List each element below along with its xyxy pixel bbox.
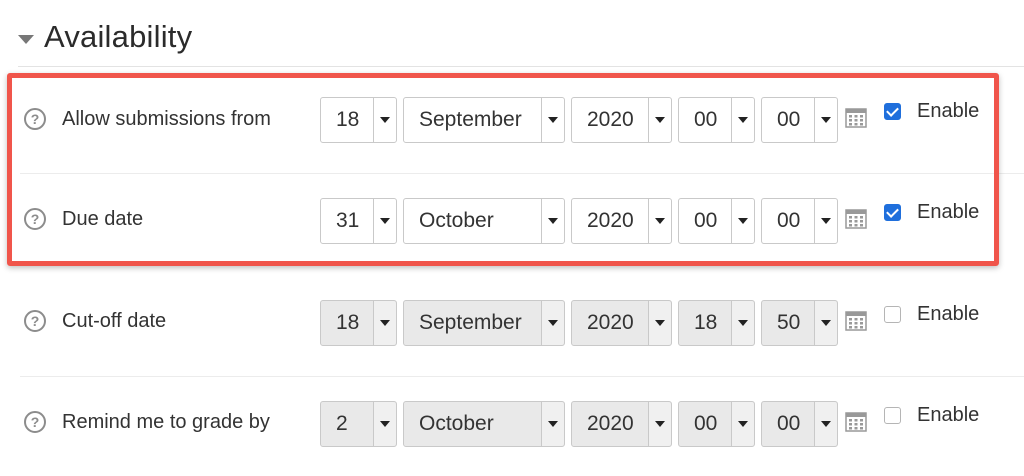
enable-label[interactable]: Enable bbox=[917, 100, 979, 123]
chevron-down-icon bbox=[541, 98, 564, 142]
chevron-down-icon bbox=[731, 199, 754, 243]
enable-checkbox[interactable] bbox=[884, 103, 901, 120]
month-select[interactable]: September bbox=[403, 97, 565, 143]
year-select[interactable]: 2020 bbox=[571, 401, 672, 447]
caret-down-icon[interactable] bbox=[18, 34, 34, 44]
chevron-down-icon bbox=[373, 402, 396, 446]
chevron-down-icon bbox=[814, 402, 837, 446]
row-label: Remind me to grade by bbox=[62, 411, 270, 433]
enable-label[interactable]: Enable bbox=[917, 303, 979, 326]
minute-select[interactable]: 00 bbox=[761, 401, 838, 447]
chevron-down-icon bbox=[731, 98, 754, 142]
calendar-icon[interactable] bbox=[845, 309, 867, 331]
date-row-remind-me-to-grade-by: ? Remind me to grade by 2 October 2020 0… bbox=[20, 376, 1024, 476]
help-icon[interactable]: ? bbox=[24, 108, 46, 130]
minute-select[interactable]: 50 bbox=[761, 300, 838, 346]
chevron-down-icon bbox=[373, 199, 396, 243]
month-select[interactable]: October bbox=[403, 198, 565, 244]
help-icon[interactable]: ? bbox=[24, 310, 46, 332]
help-icon[interactable]: ? bbox=[24, 208, 46, 230]
chevron-down-icon bbox=[731, 402, 754, 446]
day-select[interactable]: 18 bbox=[320, 300, 397, 346]
enable-checkbox[interactable] bbox=[884, 306, 901, 323]
calendar-icon[interactable] bbox=[845, 207, 867, 229]
date-row-cut-off-date: ? Cut-off date 18 September 2020 18 50 E… bbox=[20, 275, 1024, 375]
section-title: Availability bbox=[44, 19, 193, 54]
chevron-down-icon bbox=[648, 98, 671, 142]
chevron-down-icon bbox=[814, 199, 837, 243]
availability-section-header[interactable]: Availability bbox=[18, 14, 192, 60]
row-label: Due date bbox=[62, 208, 144, 230]
month-select[interactable]: October bbox=[403, 401, 565, 447]
chevron-down-icon bbox=[814, 98, 837, 142]
chevron-down-icon bbox=[373, 301, 396, 345]
hour-select[interactable]: 00 bbox=[678, 198, 755, 244]
day-select[interactable]: 2 bbox=[320, 401, 397, 447]
calendar-icon[interactable] bbox=[845, 106, 867, 128]
chevron-down-icon bbox=[648, 199, 671, 243]
month-select[interactable]: September bbox=[403, 300, 565, 346]
chevron-down-icon bbox=[541, 402, 564, 446]
enable-label[interactable]: Enable bbox=[917, 404, 979, 427]
chevron-down-icon bbox=[648, 301, 671, 345]
day-select[interactable]: 18 bbox=[320, 97, 397, 143]
row-label: Cut-off date bbox=[62, 310, 167, 332]
day-select[interactable]: 31 bbox=[320, 198, 397, 244]
enable-checkbox[interactable] bbox=[884, 407, 901, 424]
chevron-down-icon bbox=[373, 98, 396, 142]
minute-select[interactable]: 00 bbox=[761, 97, 838, 143]
hour-select[interactable]: 00 bbox=[678, 401, 755, 447]
hour-select[interactable]: 00 bbox=[678, 97, 755, 143]
chevron-down-icon bbox=[731, 301, 754, 345]
minute-select[interactable]: 00 bbox=[761, 198, 838, 244]
year-select[interactable]: 2020 bbox=[571, 198, 672, 244]
calendar-icon[interactable] bbox=[845, 410, 867, 432]
hour-select[interactable]: 18 bbox=[678, 300, 755, 346]
help-icon[interactable]: ? bbox=[24, 411, 46, 433]
date-row-allow-submissions-from: ? Allow submissions from 18 September 20… bbox=[20, 72, 1024, 172]
chevron-down-icon bbox=[541, 301, 564, 345]
row-label: Allow submissions from bbox=[62, 108, 271, 130]
chevron-down-icon bbox=[648, 402, 671, 446]
date-row-due-date: ? Due date 31 October 2020 00 00 Enable bbox=[20, 173, 1024, 273]
chevron-down-icon bbox=[814, 301, 837, 345]
enable-checkbox[interactable] bbox=[884, 204, 901, 221]
enable-label[interactable]: Enable bbox=[917, 201, 979, 224]
year-select[interactable]: 2020 bbox=[571, 300, 672, 346]
divider bbox=[18, 66, 1024, 67]
chevron-down-icon bbox=[541, 199, 564, 243]
year-select[interactable]: 2020 bbox=[571, 97, 672, 143]
